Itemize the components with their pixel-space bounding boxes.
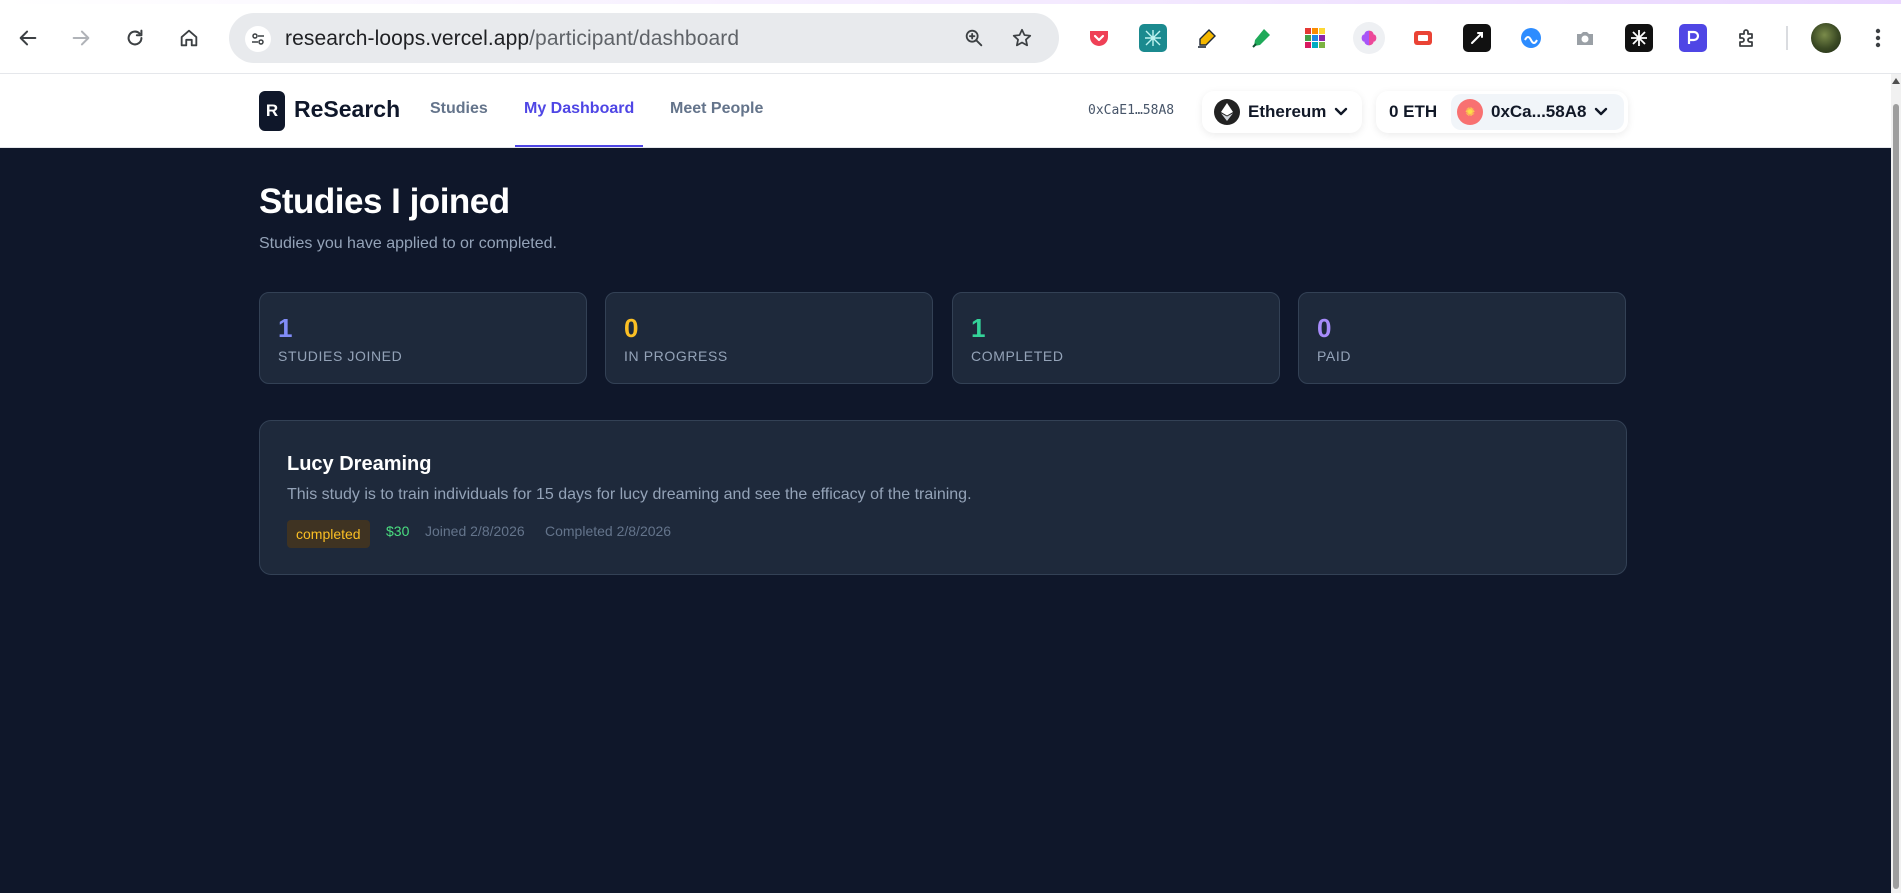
camera-extension-icon[interactable] [1571,24,1599,52]
address-bar[interactable]: research-loops.vercel.app/participant/da… [229,13,1059,63]
url-text[interactable]: research-loops.vercel.app/participant/da… [285,27,739,51]
study-title[interactable]: Lucy Dreaming [287,453,431,476]
highlighter-green-extension-icon[interactable] [1247,24,1275,52]
network-label: Ethereum [1248,102,1327,121]
logo-text[interactable]: ReSearch [294,96,400,123]
home-button[interactable] [171,20,207,56]
page-scrollbar[interactable] [1891,74,1901,893]
browser-toolbar: research-loops.vercel.app/participant/da… [0,0,1901,74]
eth-balance: 0 ETH [1389,102,1438,121]
page-subtitle: Studies you have applied to or completed… [259,235,557,252]
home-icon [180,29,198,47]
color-grid-extension-icon[interactable] [1301,24,1329,52]
back-button[interactable] [10,20,46,56]
status-badge: completed [287,520,370,548]
completed-date: Completed 2/8/2026 [545,523,672,539]
wallet-address-short: 0xCaE1…58A8 [1088,103,1175,118]
nav-my-dashboard[interactable]: My Dashboard [524,100,634,118]
study-description: This study is to train individuals for 1… [287,486,972,503]
stat-value: 0 [624,313,639,343]
purple-p-extension-icon[interactable] [1679,24,1707,52]
logo-mark[interactable]: R [259,91,285,131]
account-button[interactable]: 0 ETH ✺ 0xCa...58A8 [1376,91,1628,133]
browser-menu-button[interactable] [1864,24,1892,52]
profile-avatar[interactable] [1811,23,1841,53]
account-avatar-icon: ✺ [1457,99,1483,125]
scrollbar-thumb[interactable] [1893,104,1899,889]
site-info-icon[interactable] [245,26,271,52]
toolbar-divider [1786,26,1788,50]
black-tool-extension-icon[interactable] [1463,24,1491,52]
stat-card-studies-joined: 1 STUDIES JOINED [259,292,587,384]
nav-studies[interactable]: Studies [430,100,488,118]
scroll-up-arrow-icon[interactable] [1892,78,1900,84]
ethereum-icon [1214,99,1240,125]
zoom-icon[interactable] [961,25,987,51]
nav-meet-people[interactable]: Meet People [670,100,763,118]
joined-date: Joined 2/8/2026 [425,523,525,539]
red-box-extension-icon[interactable] [1409,24,1437,52]
forward-button[interactable] [63,20,99,56]
stat-label: STUDIES JOINED [278,348,403,364]
url-domain: research-loops.vercel.app [285,27,530,50]
bookmark-star-icon[interactable] [1009,25,1035,51]
reload-button[interactable] [117,20,153,56]
snowflake-extension-icon[interactable] [1625,24,1653,52]
url-path: /participant/dashboard [529,27,740,50]
stat-value: 0 [1317,313,1332,343]
tab-strip-edge [0,0,1901,4]
stat-label: IN PROGRESS [624,348,728,364]
brain-extension-icon[interactable] [1353,22,1385,54]
stat-card-completed: 1 COMPLETED [952,292,1280,384]
teal-pattern-extension-icon[interactable] [1139,24,1167,52]
stat-value: 1 [278,313,293,343]
pocket-extension-icon[interactable] [1085,24,1113,52]
blue-wave-extension-icon[interactable] [1517,24,1545,52]
stat-label: COMPLETED [971,348,1064,364]
stat-value: 1 [971,313,986,343]
forward-arrow-icon [72,30,90,46]
chevron-down-icon [1335,107,1348,116]
back-arrow-icon [19,30,37,46]
active-nav-indicator [515,145,643,147]
stat-card-paid: 0 PAID [1298,292,1626,384]
stat-card-in-progress: 0 IN PROGRESS [605,292,933,384]
app-header: R ReSearch Studies My Dashboard Meet Peo… [0,74,1891,148]
extensions-puzzle-icon[interactable] [1733,24,1761,52]
reload-icon [127,29,143,46]
account-chip[interactable]: ✺ 0xCa...58A8 [1451,94,1624,130]
study-payment: $30 [386,523,410,539]
network-selector-button[interactable]: Ethereum [1202,91,1362,133]
study-card[interactable]: Lucy Dreaming This study is to train ind… [259,420,1627,575]
page-title: Studies I joined [259,182,510,221]
account-label: 0xCa...58A8 [1491,102,1587,121]
kebab-menu-icon [1875,28,1881,48]
chevron-down-icon [1595,107,1608,116]
highlighter-yellow-extension-icon[interactable] [1193,24,1221,52]
stat-label: PAID [1317,348,1352,364]
